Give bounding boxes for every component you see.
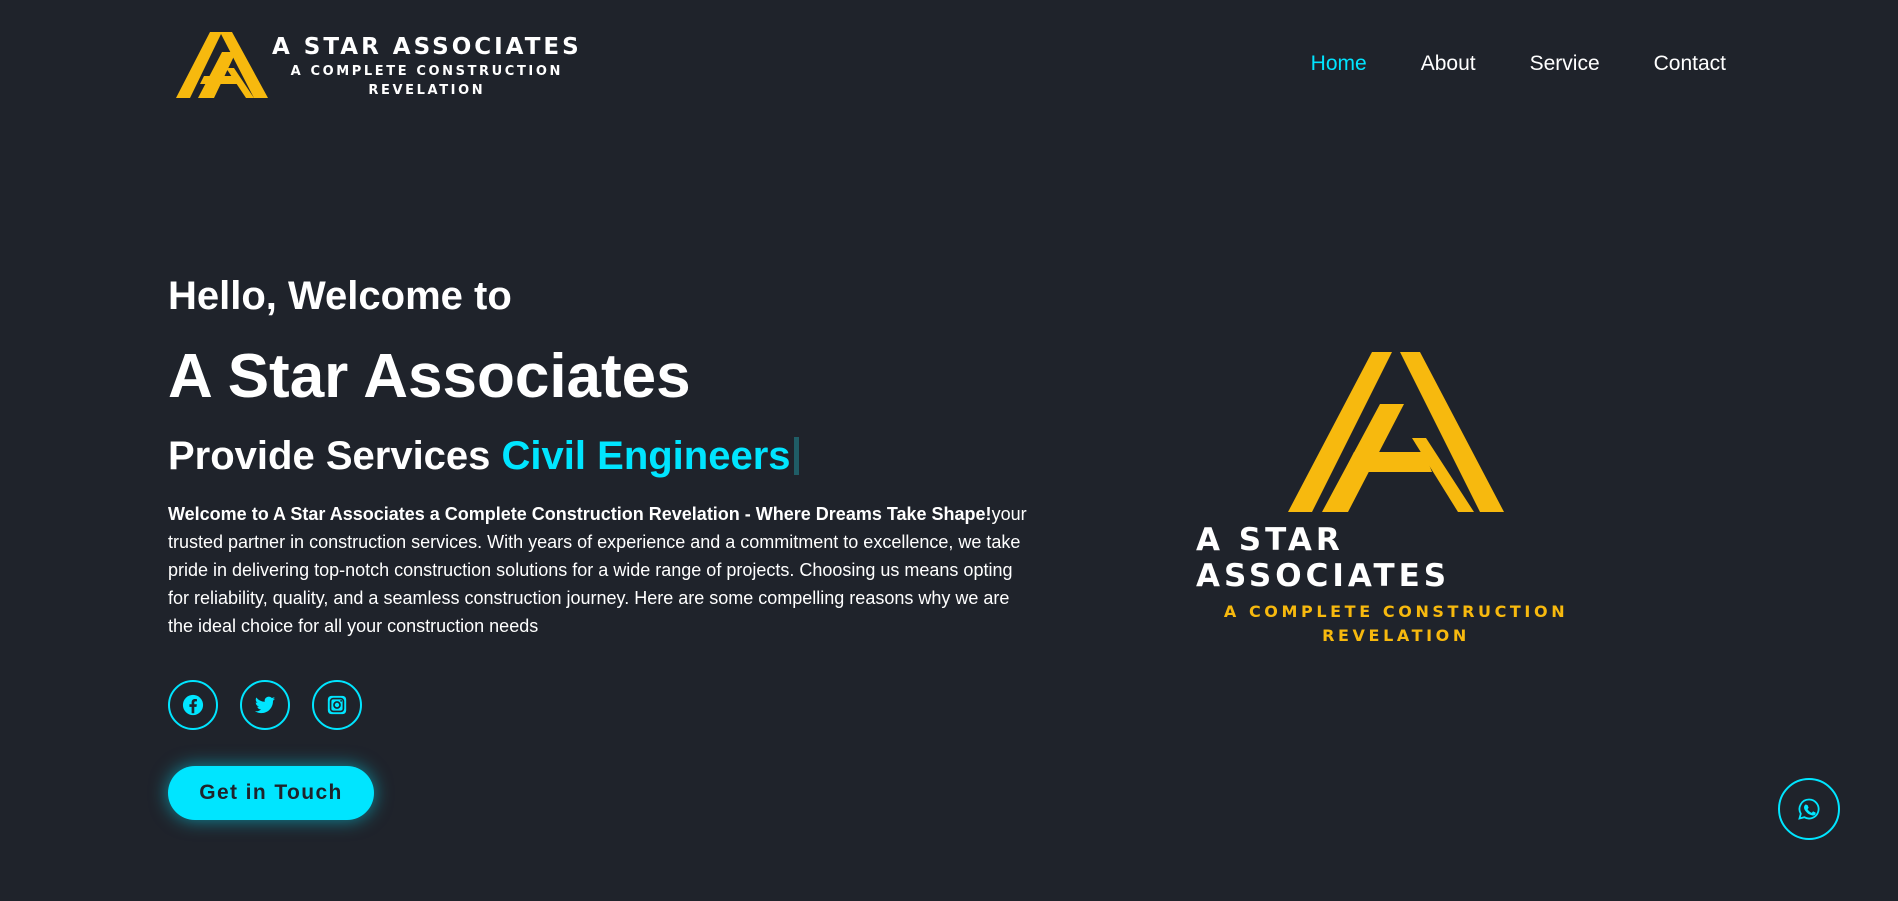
- hero-section: Hello, Welcome to A Star Associates Prov…: [168, 272, 1028, 820]
- services-highlight: Civil Engineers: [501, 434, 791, 478]
- twitter-button[interactable]: [240, 680, 290, 730]
- logo-mark-large-icon: [1288, 352, 1504, 512]
- header-brand-name: A STAR ASSOCIATES: [272, 34, 582, 60]
- nav-about[interactable]: About: [1421, 52, 1476, 76]
- nav-service[interactable]: Service: [1530, 52, 1600, 76]
- header-logo[interactable]: A STAR ASSOCIATES A COMPLETE CONSTRUCTIO…: [176, 30, 582, 100]
- whatsapp-button[interactable]: [1778, 778, 1840, 840]
- hero-title: A Star Associates: [168, 342, 691, 411]
- social-links: [168, 680, 1028, 730]
- feature-brand-name: A STAR ASSOCIATES: [1196, 522, 1451, 594]
- facebook-button[interactable]: [168, 680, 218, 730]
- nav-home[interactable]: Home: [1311, 52, 1367, 76]
- get-in-touch-button[interactable]: Get in Touch: [168, 766, 374, 820]
- logo-mark-icon: [176, 32, 268, 98]
- hero-services-line: Provide Services Civil Engineers: [168, 432, 1028, 480]
- services-prefix: Provide Services: [168, 434, 502, 478]
- feature-logo: A STAR ASSOCIATES A COMPLETE CONSTRUCTIO…: [1196, 352, 1596, 648]
- facebook-icon: [182, 694, 204, 716]
- hero-greeting: Hello, Welcome to: [168, 274, 512, 318]
- typing-cursor: [793, 437, 799, 475]
- page: A STAR ASSOCIATES A COMPLETE CONSTRUCTIO…: [0, 0, 1898, 901]
- main-nav: Home About Service Contact: [1311, 52, 1726, 76]
- hero-intro: Welcome to A Star Associates a Complete …: [168, 500, 1028, 640]
- header-brand-tagline: A COMPLETE CONSTRUCTION REVELATION: [290, 64, 563, 98]
- nav-contact[interactable]: Contact: [1654, 52, 1726, 76]
- twitter-icon: [254, 696, 276, 714]
- instagram-button[interactable]: [312, 680, 362, 730]
- instagram-icon: [327, 695, 347, 715]
- whatsapp-icon: [1798, 798, 1820, 820]
- hero-intro-bold: Welcome to A Star Associates a Complete …: [168, 504, 992, 524]
- feature-brand-tagline: A COMPLETE CONSTRUCTION REVELATION: [1223, 602, 1569, 645]
